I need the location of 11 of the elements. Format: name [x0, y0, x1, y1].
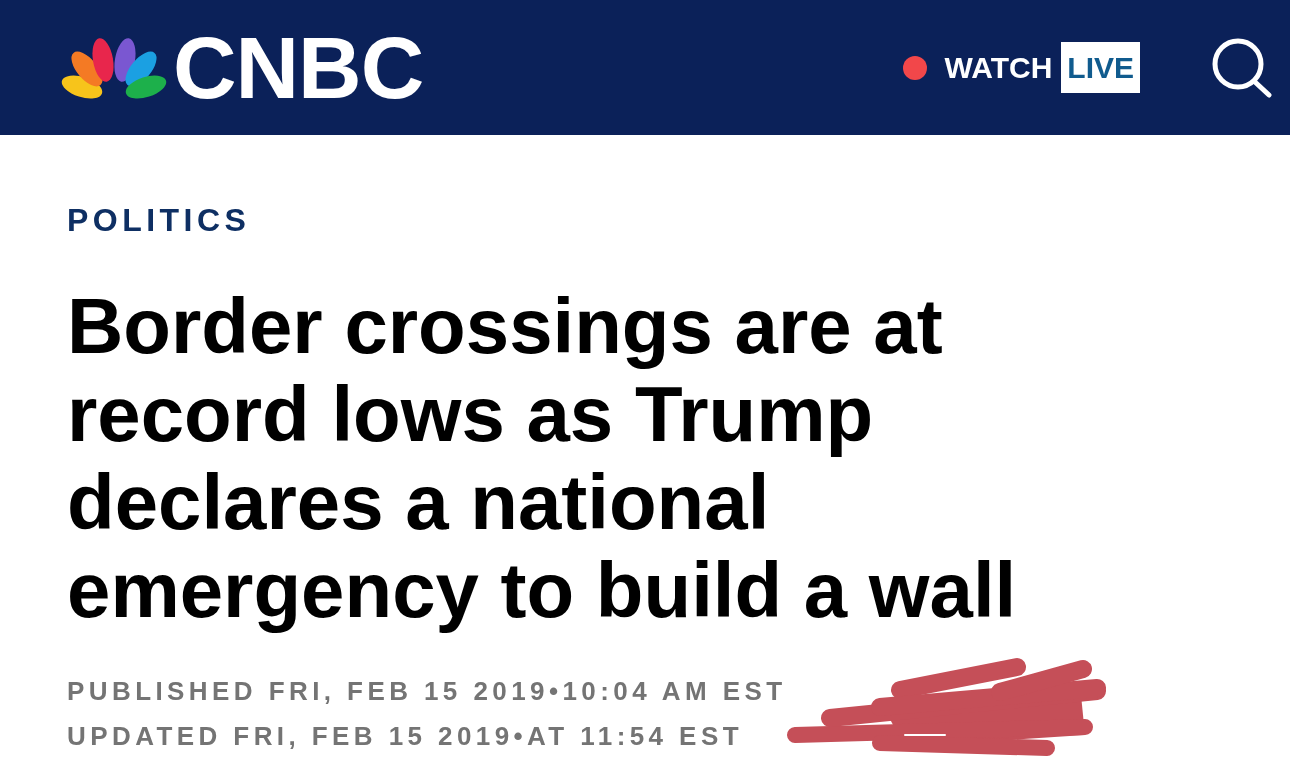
live-badge: LIVE — [1061, 42, 1140, 93]
headline: Border crossings are at record lows as Trump declares a national emergency to build a wall — [67, 282, 1018, 634]
watch-live-link[interactable]: WATCH LIVE — [902, 42, 1140, 93]
watch-label: WATCH — [944, 52, 1053, 83]
search-icon — [1210, 36, 1274, 99]
timestamp-text: UPDATED FRI, FEB 15 2019•AT 11:54 EST — [67, 720, 743, 753]
logo-link[interactable]: CNBC — [60, 23, 424, 112]
search-button[interactable] — [1210, 36, 1274, 99]
section-link[interactable]: POLITICS — [67, 200, 251, 240]
peacock-logo-icon — [60, 35, 168, 100]
timestamp-text: PUBLISHED FRI, FEB 15 2019•10:04 AM EST — [67, 675, 787, 708]
